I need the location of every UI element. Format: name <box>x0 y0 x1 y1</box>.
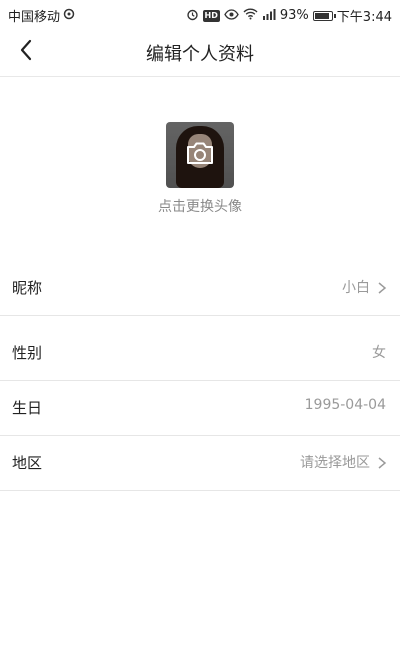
page-title: 编辑个人资料 <box>146 44 254 65</box>
row-value: 1995-04-04 <box>304 397 386 413</box>
signal-icon <box>262 8 276 23</box>
chevron-right-icon <box>376 455 388 469</box>
status-bar: 中国移动 HD 93% 下午3:44 <box>0 0 400 28</box>
hd-badge: HD <box>202 9 220 22</box>
alarm-icon <box>186 8 199 24</box>
chevron-right-icon <box>376 280 388 294</box>
avatar-overlay <box>166 122 234 188</box>
row-label: 地区 <box>12 454 43 472</box>
row-value: 请选择地区 <box>300 455 370 471</box>
row-nickname[interactable]: 昵称 小白 <box>0 260 400 316</box>
status-bar-left: 中国移动 <box>8 6 75 25</box>
avatar-button[interactable] <box>166 122 234 188</box>
avatar-caption[interactable]: 点击更换头像 <box>0 196 400 216</box>
row-label: 昵称 <box>12 279 43 297</box>
wifi-icon <box>243 8 258 23</box>
nav-bar: 编辑个人资料 <box>0 28 400 77</box>
battery-level <box>314 12 329 19</box>
eye-icon <box>224 8 239 23</box>
row-region[interactable]: 地区 请选择地区 <box>0 435 400 491</box>
row-gender[interactable]: 性别 女 <box>0 325 400 381</box>
status-time: 下午3:44 <box>336 10 392 25</box>
row-label: 生日 <box>12 399 43 417</box>
row-birthday[interactable]: 生日 1995-04-04 <box>0 380 400 436</box>
camera-icon <box>185 140 215 170</box>
row-value: 女 <box>372 345 386 361</box>
battery-icon <box>312 10 336 21</box>
row-value: 小白 <box>342 280 370 296</box>
status-bar-right: HD 93% 下午3:44 <box>186 6 392 25</box>
row-label: 性别 <box>12 344 43 362</box>
carrier-name: 中国移动 <box>8 10 61 25</box>
carrier-logo-icon <box>63 8 75 23</box>
battery-percent: 93% <box>279 8 309 23</box>
